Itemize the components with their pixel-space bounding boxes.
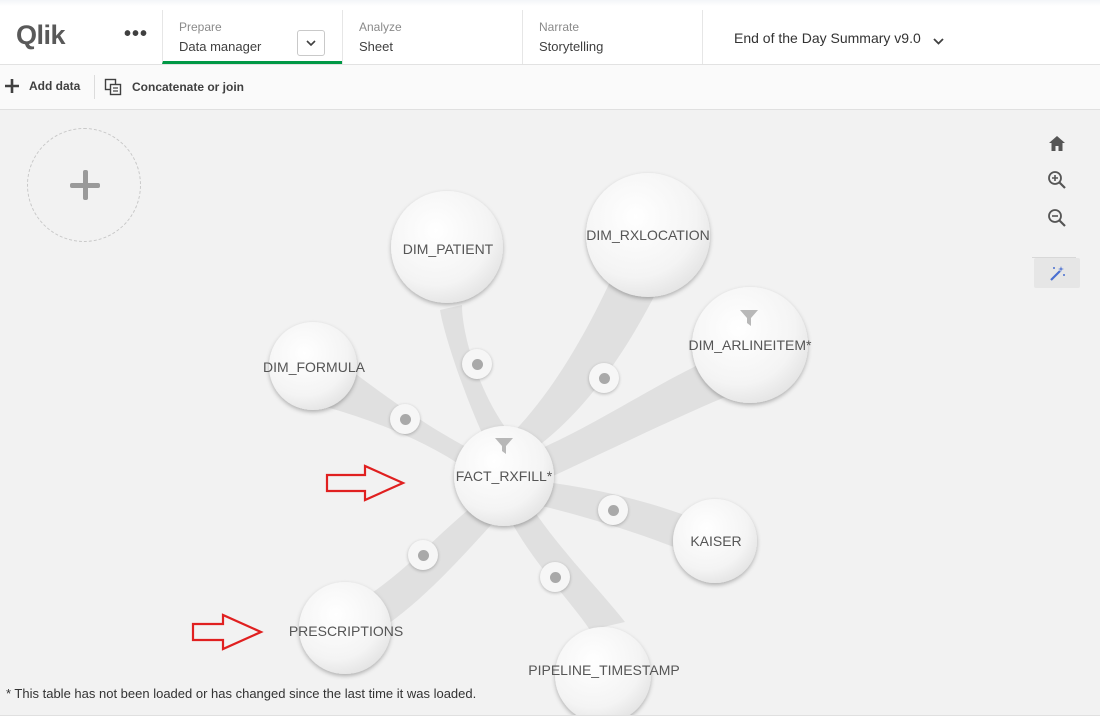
logo-text: Qlik: [16, 20, 66, 50]
table-dim-patient[interactable]: DIM_PATIENT: [403, 241, 494, 257]
tab-narrate-label: Storytelling: [539, 39, 604, 54]
chevron-down-icon: [933, 38, 944, 45]
table-prescriptions[interactable]: PRESCRIPTIONS: [289, 623, 403, 639]
bottom-border: [0, 715, 1100, 726]
tab-narrate-caption: Narrate: [539, 20, 580, 34]
zoom-in-icon[interactable]: [1040, 165, 1074, 195]
table-dim-rxlocation[interactable]: DIM_RXLOCATION: [586, 227, 709, 243]
filter-icon: [495, 438, 513, 454]
concatenate-label: Concatenate or join: [132, 80, 245, 94]
table-fact-rxfill[interactable]: FACT_RXFILL*: [456, 468, 552, 484]
magic-wand-icon[interactable]: [1034, 258, 1080, 288]
association-dot-formula[interactable]: [390, 404, 420, 434]
association-dot-rxlocation[interactable]: [589, 363, 619, 393]
top-bar: Qlik ••• Prepare Data manager Analyze Sh…: [0, 0, 1100, 65]
toolbar: Add data Concatenate or join: [0, 65, 1100, 110]
unloaded-table-footnote: * This table has not been loaded or has …: [6, 686, 477, 701]
association-dot-pipeline[interactable]: [540, 562, 570, 592]
association-graph: [191, 173, 808, 715]
app-title: End of the Day Summary v9.0: [734, 30, 921, 46]
concatenate-icon: [104, 78, 122, 96]
zoom-out-icon[interactable]: [1040, 203, 1074, 233]
tab-narrate[interactable]: Narrate Storytelling: [522, 10, 702, 64]
association-dot-kaiser[interactable]: [598, 495, 628, 525]
tab-analyze-label: Sheet: [359, 39, 393, 54]
data-model-canvas[interactable]: DIM_PATIENT DIM_RXLOCATION DIM_ARLINEITE…: [0, 110, 1100, 715]
more-menu-icon[interactable]: •••: [124, 23, 148, 46]
table-kaiser[interactable]: KAISER: [690, 533, 741, 549]
add-table-button[interactable]: [27, 128, 141, 242]
browser-strip: [0, 0, 1100, 6]
chevron-down-icon: [306, 40, 316, 46]
tab-analyze-caption: Analyze: [359, 20, 402, 34]
home-icon[interactable]: [1040, 128, 1074, 158]
toolbar-divider: [94, 75, 95, 99]
app-title-dropdown[interactable]: End of the Day Summary v9.0: [702, 10, 1100, 64]
association-dot-patient[interactable]: [462, 349, 492, 379]
qlik-logo[interactable]: Qlik: [16, 20, 66, 51]
tab-analyze[interactable]: Analyze Sheet: [342, 10, 522, 64]
add-data-label: Add data: [29, 79, 81, 93]
concatenate-button[interactable]: Concatenate or join: [104, 78, 244, 96]
filter-icon: [740, 310, 758, 326]
add-data-button[interactable]: Add data: [4, 78, 80, 94]
plus-icon: [5, 79, 19, 93]
prepare-dropdown-button[interactable]: [297, 30, 325, 56]
table-pipeline-timestamp[interactable]: PIPELINE_TIMESTAMP: [528, 662, 679, 678]
table-dim-formula[interactable]: DIM_FORMULA: [263, 359, 365, 375]
association-dot-prescriptions[interactable]: [408, 540, 438, 570]
table-dim-arlineitem[interactable]: DIM_ARLINEITEM*: [689, 337, 812, 353]
